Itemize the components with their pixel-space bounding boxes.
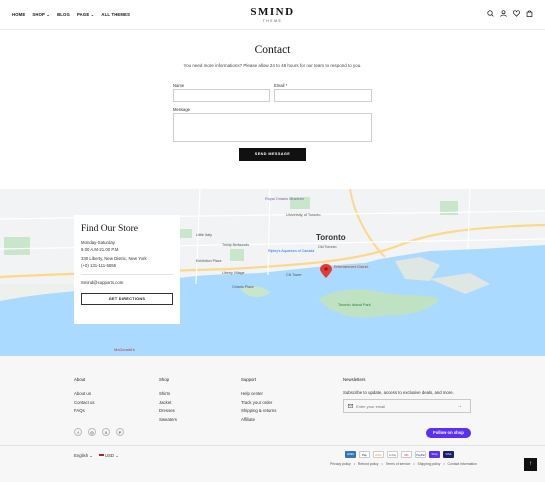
newsletter-text: Subscribe to update, access to exclusive…: [343, 390, 454, 395]
email-field[interactable]: [274, 89, 372, 102]
map-place-label: Royal Ontario Museum: [265, 197, 304, 201]
footer-support-head: Support: [241, 377, 257, 382]
footer-shop-head: Shop: [159, 377, 170, 382]
follow-on-shop-button[interactable]: Follow on shop: [426, 428, 471, 438]
legal-link[interactable]: Privacy policy: [330, 462, 351, 466]
map-place-label: McDonald's: [114, 347, 135, 352]
footer-link[interactable]: Affiliate: [241, 416, 276, 425]
legal-link[interactable]: Contact information: [448, 462, 477, 466]
footer-about: About About us Contact us FAQs: [74, 377, 95, 416]
instagram-icon[interactable]: ◎: [88, 428, 96, 436]
language-select[interactable]: English ⌄: [74, 453, 93, 459]
map-place-label: University of Toronto: [286, 213, 321, 217]
page-title: Contact: [254, 44, 291, 56]
mastercard-icon: MC: [401, 451, 412, 458]
footer-link[interactable]: FAQs: [74, 407, 95, 416]
legal-link[interactable]: Terms of service: [386, 462, 411, 466]
legal-link[interactable]: Refund policy: [358, 462, 379, 466]
map-place-label: Entertainment District: [334, 265, 369, 269]
store-divider: [81, 274, 173, 275]
send-message-button[interactable]: SEND MESSAGE: [239, 148, 306, 161]
header-icons: [487, 10, 533, 17]
footer-link[interactable]: Sweaters: [159, 416, 177, 425]
apple-pay-icon: Pay: [359, 451, 370, 458]
footer-link[interactable]: Jacket: [159, 399, 177, 408]
map-place-label: Trinity Bellwoods: [222, 243, 250, 247]
footer-link[interactable]: Track your order: [241, 399, 276, 408]
footer-link[interactable]: Dresses: [159, 407, 177, 416]
name-field[interactable]: [173, 89, 270, 102]
payment-icons: AMEX Pay DISC G Pay MC PayPal Shop VISA: [345, 451, 454, 458]
footer-newsletter-head: Newsletters: [343, 377, 366, 382]
footer-shop: Shop Shirts Jacket Dresses Sweaters: [159, 377, 177, 424]
discover-icon: DISC: [373, 451, 384, 458]
search-icon[interactable]: [487, 10, 494, 17]
page-subtitle: You need more informations? Please allow…: [183, 63, 362, 68]
cart-icon[interactable]: [526, 10, 533, 17]
wishlist-icon[interactable]: [513, 10, 520, 17]
footer-link[interactable]: Shirts: [159, 390, 177, 399]
submit-arrow-icon[interactable]: →: [457, 403, 462, 409]
footer-newsletter: Newsletters Subscribe to update, access …: [343, 377, 454, 395]
store-phone[interactable]: (+0) 131-111-5555: [81, 263, 173, 270]
store-title: Find Our Store: [81, 224, 138, 234]
footer-link[interactable]: About us: [74, 390, 95, 399]
account-icon[interactable]: [500, 10, 507, 17]
google-pay-icon: G Pay: [387, 451, 398, 458]
paypal-icon: PayPal: [415, 451, 426, 458]
map-place-label: Ripley's Aquarium of Canada: [268, 249, 315, 253]
legal-links: Privacy policy • Refund policy • Terms o…: [330, 462, 477, 466]
shop-pay-icon: Shop: [429, 451, 440, 458]
legal-link[interactable]: Shipping policy: [418, 462, 441, 466]
pinterest-icon[interactable]: P: [116, 428, 124, 436]
social-links: f ◎ X P: [74, 428, 124, 436]
footer-link[interactable]: Help center: [241, 390, 276, 399]
map-place-label: Toronto Island Park: [338, 303, 371, 307]
find-store-card: Find Our Store Monday-Saturday 9.00 A.M-…: [74, 215, 180, 324]
map-place-label: CN Tower: [286, 273, 302, 277]
mail-icon: [348, 404, 353, 408]
footer-link[interactable]: Contact us: [74, 399, 95, 408]
visa-icon: VISA: [443, 451, 454, 458]
map-city-label: Toronto: [316, 233, 346, 242]
currency-select[interactable]: USD ⌄: [98, 453, 119, 459]
newsletter-email-input[interactable]: Enter your email →: [343, 399, 471, 413]
site-logo[interactable]: SMIND THEME: [0, 6, 545, 23]
message-label: Message: [173, 107, 190, 112]
map-place-label: Exhibition Place: [196, 259, 222, 263]
email-label: Email *: [274, 83, 288, 88]
map-place-label: Liberty Village: [222, 271, 245, 275]
name-label: Name: [173, 83, 185, 88]
footer-divider: [0, 445, 545, 446]
x-icon[interactable]: X: [102, 428, 110, 436]
store-email[interactable]: Smind@supports.com: [81, 280, 173, 287]
email-placeholder: Enter your email: [356, 403, 386, 409]
map-place-label: Ontario Place: [232, 285, 254, 289]
footer-about-head: About: [74, 377, 86, 382]
back-to-top-button[interactable]: ↑: [524, 458, 537, 471]
site-header: HOME SHOP ⌄ BLOG PAGE ⌄ ALL THEMES SMIND…: [0, 0, 545, 30]
get-directions-button[interactable]: GET DIRECTIONS: [81, 292, 173, 305]
map-place-label: Old Toronto: [318, 245, 337, 249]
arrow-up-icon: ↑: [529, 461, 532, 467]
locale-selectors: English ⌄ USD ⌄: [74, 453, 119, 459]
facebook-icon[interactable]: f: [74, 428, 82, 436]
logo-brand: SMIND: [250, 6, 295, 18]
us-flag-icon: [98, 454, 104, 458]
footer-link[interactable]: Shipping & returns: [241, 407, 276, 416]
amex-icon: AMEX: [345, 451, 356, 458]
map-place-label: Little Italy: [196, 233, 213, 237]
logo-sub: THEME: [262, 19, 283, 23]
message-field[interactable]: [173, 113, 372, 142]
footer-support: Support Help center Track your order Shi…: [241, 377, 276, 424]
